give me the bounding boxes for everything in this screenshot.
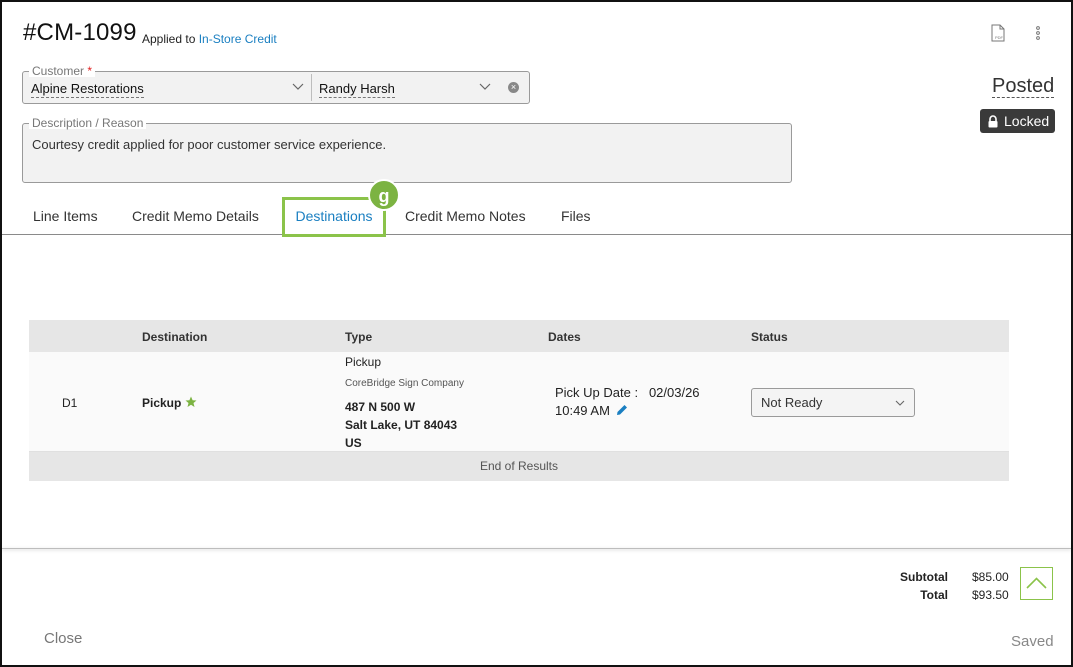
column-header-destination: Destination <box>142 330 208 344</box>
address-line-1: 487 N 500 W <box>345 400 416 414</box>
column-header-dates: Dates <box>548 330 581 344</box>
address-line-2: Salt Lake, UT 84043 <box>345 418 458 432</box>
pdf-icon[interactable]: PDF <box>990 24 1006 42</box>
footer-divider <box>2 548 1071 549</box>
status-posted[interactable]: Posted <box>992 75 1055 98</box>
applied-to-link[interactable]: In-Store Credit <box>199 32 277 46</box>
clear-icon[interactable]: × <box>508 82 519 93</box>
description-field[interactable]: Description / Reason Courtesy credit app… <box>22 117 792 183</box>
lock-icon <box>988 115 998 128</box>
end-of-results: End of Results <box>29 452 1009 481</box>
table-row[interactable]: D1 Pickup Pickup CoreBridge Sign Company… <box>29 352 1009 452</box>
subtotal-value: $85.00 <box>972 570 1009 584</box>
locked-label: Locked <box>1004 113 1050 129</box>
saved-status: Saved <box>1011 633 1054 650</box>
total-label: Total <box>920 588 948 602</box>
tab-bar: Line Items Credit Memo Details Credit Me… <box>2 199 1071 235</box>
description-value: Courtesy credit applied for poor custome… <box>32 137 387 152</box>
address-country: US <box>345 436 362 450</box>
locked-badge: Locked <box>980 109 1055 133</box>
chevron-down-icon <box>895 400 905 406</box>
chevron-up-icon <box>1026 577 1047 589</box>
credit-memo-window: #CM-1099 Applied to In-Store Credit PDF … <box>0 0 1073 667</box>
row-id: D1 <box>62 396 78 410</box>
type-label: Pickup <box>345 355 382 369</box>
column-header-status: Status <box>751 330 788 344</box>
tab-destinations-label: Destinations <box>295 208 373 224</box>
field-divider <box>311 74 312 101</box>
customer-contact-select[interactable]: Randy Harsh <box>319 81 395 98</box>
table-header: Destination Type Dates Status <box>29 320 1009 352</box>
tab-credit-memo-notes[interactable]: Credit Memo Notes <box>405 208 526 224</box>
star-icon <box>185 396 197 407</box>
column-header-type: Type <box>345 330 373 344</box>
kebab-menu-icon[interactable] <box>1032 24 1044 42</box>
applied-prefix: Applied to <box>142 32 196 46</box>
tab-files[interactable]: Files <box>561 208 591 224</box>
tab-line-items[interactable]: Line Items <box>33 208 98 224</box>
chevron-down-icon[interactable] <box>478 79 492 93</box>
status-select-value: Not Ready <box>761 395 823 410</box>
applied-to-text: Applied to In-Store Credit <box>142 32 277 46</box>
description-label: Description / Reason <box>29 117 147 129</box>
chevron-down-icon[interactable] <box>291 79 305 93</box>
scroll-to-top-button[interactable] <box>1020 567 1053 600</box>
close-button[interactable]: Close <box>44 630 82 647</box>
tab-credit-memo-details[interactable]: Credit Memo Details <box>132 208 259 224</box>
customer-field: Customer * Alpine Restorations Randy Har… <box>22 65 530 104</box>
customer-label: Customer * <box>29 65 96 77</box>
page-title: #CM-1099 <box>23 19 137 46</box>
subtotal-label: Subtotal <box>900 570 948 584</box>
pickup-date: Pick Up Date : 02/03/26 <box>555 385 700 400</box>
destination-name: Pickup <box>142 396 197 410</box>
svg-text:PDF: PDF <box>995 35 1004 40</box>
callout-badge: g <box>368 179 400 211</box>
pencil-icon[interactable] <box>616 404 628 416</box>
type-company: CoreBridge Sign Company <box>345 378 464 389</box>
customer-company-select[interactable]: Alpine Restorations <box>31 81 144 98</box>
status-select[interactable]: Not Ready <box>751 388 915 417</box>
total-value: $93.50 <box>972 588 1009 602</box>
pickup-time: 10:49 AM <box>555 403 628 418</box>
